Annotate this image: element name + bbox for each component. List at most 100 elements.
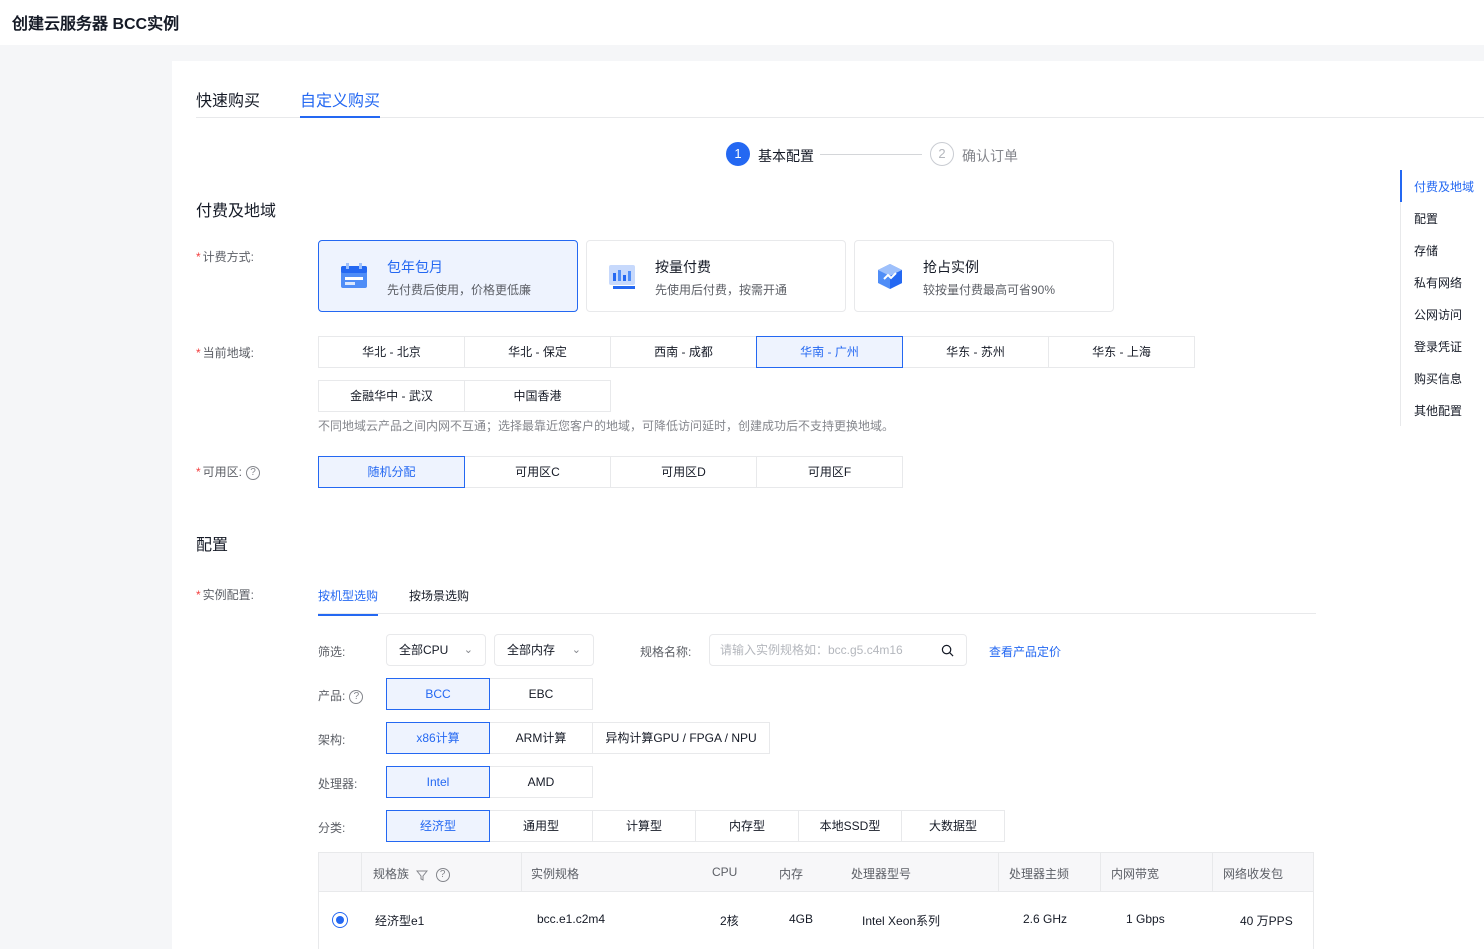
processor-option-selected[interactable]: Intel xyxy=(386,766,490,798)
region-option[interactable]: 中国香港 xyxy=(464,380,611,412)
region-hint: 不同地域云产品之间内网不互通；选择最靠近您客户的地域，可降低访问延时，创建成功后… xyxy=(318,419,895,433)
step-2-circle: 2 xyxy=(930,142,954,166)
header-bandwidth: 内网带宽 xyxy=(1111,867,1160,881)
billing-option-desc: 先使用后付费，按需开通 xyxy=(655,283,788,297)
category-option[interactable]: 通用型 xyxy=(489,810,593,842)
chevron-down-icon: ⌄ xyxy=(463,644,473,656)
billing-option-pay-as-you-go[interactable]: 按量付费 先使用后付费，按需开通 xyxy=(586,240,846,312)
region-option[interactable]: 华北 - 保定 xyxy=(464,336,611,368)
anchor-item-storage[interactable]: 存储 xyxy=(1414,242,1438,259)
arch-option[interactable]: 异构计算GPU / FPGA / NPU xyxy=(592,722,770,754)
anchor-item-config[interactable]: 配置 xyxy=(1414,210,1438,227)
billing-option-monthly[interactable]: 包年包月 先付费后使用，价格更低廉 xyxy=(318,240,578,312)
billing-option-desc: 先付费后使用，价格更低廉 xyxy=(387,283,532,297)
arch-group: x86计算 ARM计算 异构计算GPU / FPGA / NPU xyxy=(386,722,770,754)
column-separator xyxy=(521,853,522,893)
processor-option[interactable]: AMD xyxy=(489,766,593,798)
category-option[interactable]: 大数据型 xyxy=(901,810,1005,842)
help-icon[interactable]: ? xyxy=(246,465,261,480)
arch-option-selected[interactable]: x86计算 xyxy=(386,722,490,754)
chevron-down-icon: ⌄ xyxy=(571,644,581,656)
cell-bandwidth: 1 Gbps xyxy=(1126,912,1165,926)
memory-select[interactable]: 全部内存 ⌄ xyxy=(494,634,594,666)
category-option[interactable]: 计算型 xyxy=(592,810,696,842)
step-connector xyxy=(820,154,922,155)
billing-option-title: 抢占实例 xyxy=(923,259,979,275)
region-option[interactable]: 金融华中 - 武汉 xyxy=(318,380,465,412)
category-group: 经济型 通用型 计算型 内存型 本地SSD型 大数据型 xyxy=(386,810,1005,842)
memory-select-value: 全部内存 xyxy=(507,643,556,657)
anchor-item-billing-region[interactable]: 付费及地域 xyxy=(1414,178,1474,195)
header-family: 规格族 ? xyxy=(373,865,450,882)
anchor-item-other-config[interactable]: 其他配置 xyxy=(1414,402,1462,419)
cell-frequency: 2.6 GHz xyxy=(1023,912,1068,926)
category-label: 分类: xyxy=(318,821,346,835)
step-1-circle: 1 xyxy=(726,142,750,166)
subtab-by-scenario[interactable]: 按场景选购 xyxy=(409,587,469,614)
product-option-selected[interactable]: BCC xyxy=(386,678,490,710)
spec-search xyxy=(709,634,967,666)
header-cpu: CPU xyxy=(712,865,738,879)
region-option[interactable]: 华东 - 上海 xyxy=(1048,336,1195,368)
region-label: * 当前地域: xyxy=(196,346,255,360)
instance-config-label: * 实例配置: xyxy=(196,588,255,602)
region-option[interactable]: 华北 - 北京 xyxy=(318,336,465,368)
billing-option-desc: 较按量付费最高可省90% xyxy=(923,283,1056,297)
section-title-billing-region: 付费及地域 xyxy=(196,203,277,220)
anchor-item-purchase-info[interactable]: 购买信息 xyxy=(1414,370,1462,387)
product-group: BCC EBC xyxy=(386,678,593,710)
product-option[interactable]: EBC xyxy=(489,678,593,710)
anchor-item-public-access[interactable]: 公网访问 xyxy=(1414,306,1462,323)
region-group-row2: 金融华中 - 武汉 中国香港 xyxy=(318,380,611,412)
meter-icon xyxy=(609,265,635,289)
spec-table-header: 规格族 ? 实例规格 CPU 内存 处理器型号 处理器主频 内网带宽 网络收发包 xyxy=(318,852,1314,893)
search-icon[interactable] xyxy=(941,644,954,657)
purchase-tabs: 快速购买 自定义购买 xyxy=(196,61,1484,118)
category-option[interactable]: 本地SSD型 xyxy=(798,810,902,842)
main-card: 快速购买 自定义购买 1 基本配置 2 确认订单 付费及地域 * 计费方式: 包年… xyxy=(172,61,1484,949)
anchor-nav: 付费及地域 配置 存储 私有网络 公网访问 登录凭证 购买信息 其他配置 xyxy=(1400,170,1484,426)
row-radio[interactable] xyxy=(332,912,348,928)
help-icon[interactable]: ? xyxy=(435,867,450,882)
tab-quick-buy[interactable]: 快速购买 xyxy=(196,87,260,118)
zone-option[interactable]: 可用区F xyxy=(756,456,903,488)
view-pricing-link[interactable]: 查看产品定价 xyxy=(989,643,1061,660)
step-2-label: 确认订单 xyxy=(962,148,1018,164)
anchor-active-indicator xyxy=(1400,170,1402,202)
table-row[interactable]: 经济型e1 bcc.e1.c2m4 2核 4GB Intel Xeon系列 2.… xyxy=(318,892,1314,949)
arch-option[interactable]: ARM计算 xyxy=(489,722,593,754)
region-option[interactable]: 华东 - 苏州 xyxy=(902,336,1049,368)
cell-pps: 40 万PPS xyxy=(1240,914,1293,928)
cube-icon xyxy=(878,264,902,289)
anchor-item-vpc[interactable]: 私有网络 xyxy=(1414,274,1462,291)
subtab-by-model[interactable]: 按机型选购 xyxy=(318,587,379,616)
zone-option[interactable]: 可用区C xyxy=(464,456,611,488)
filter-icon[interactable] xyxy=(416,869,429,881)
category-option[interactable]: 内存型 xyxy=(695,810,799,842)
cpu-select[interactable]: 全部CPU ⌄ xyxy=(386,634,486,666)
header-memory: 内存 xyxy=(779,867,804,881)
help-icon[interactable]: ? xyxy=(349,689,364,704)
column-separator xyxy=(1100,853,1101,893)
header-processor: 处理器型号 xyxy=(851,867,912,881)
column-separator xyxy=(998,853,999,893)
zone-option-selected[interactable]: 随机分配 xyxy=(318,456,465,488)
anchor-item-login-credentials[interactable]: 登录凭证 xyxy=(1414,338,1462,355)
cell-processor: Intel Xeon系列 xyxy=(862,914,941,928)
zone-option[interactable]: 可用区D xyxy=(610,456,757,488)
billing-option-spot[interactable]: 抢占实例 较按量付费最高可省90% xyxy=(854,240,1114,312)
top-bar: 创建云服务器 BCC实例 xyxy=(0,0,1484,45)
region-option[interactable]: 西南 - 成都 xyxy=(610,336,757,368)
calendar-icon xyxy=(341,263,367,288)
region-option-selected[interactable]: 华南 - 广州 xyxy=(756,336,903,368)
arch-label: 架构: xyxy=(318,733,346,747)
cpu-select-value: 全部CPU xyxy=(399,643,449,657)
column-separator xyxy=(1212,853,1213,893)
category-option-selected[interactable]: 经济型 xyxy=(386,810,490,842)
billing-label: * 计费方式: xyxy=(196,250,255,264)
spec-search-input[interactable] xyxy=(710,635,930,665)
cell-cpu: 2核 xyxy=(720,914,739,928)
zone-group: 随机分配 可用区C 可用区D 可用区F xyxy=(318,456,903,488)
zone-label: * 可用区:? xyxy=(196,463,261,480)
tab-custom-buy[interactable]: 自定义购买 xyxy=(300,87,381,118)
